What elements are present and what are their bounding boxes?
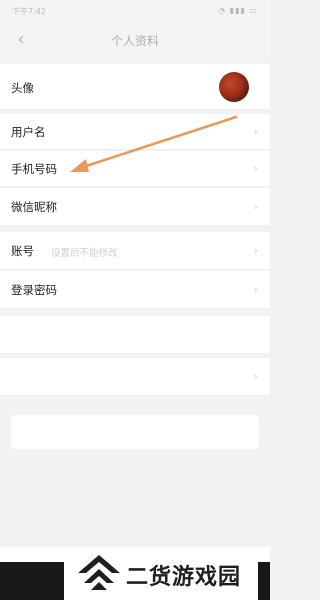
row-wechat[interactable]: 微信昵称 › bbox=[0, 188, 270, 226]
status-time: 下午7:42 bbox=[12, 7, 46, 16]
row-blocked[interactable]: › bbox=[0, 358, 270, 396]
status-bar: 下午7:42 ◔ ▮▮▮ ▭ bbox=[0, 0, 270, 24]
row-account-label: 账号 bbox=[11, 244, 34, 258]
nav-bar: ‹ 个人资料 bbox=[0, 24, 270, 58]
row-phone[interactable]: 手机号码 › bbox=[0, 151, 270, 187]
row-wechat-label: 微信昵称 bbox=[11, 200, 57, 214]
row-username-label: 用户名 bbox=[11, 125, 46, 139]
chevron-right-icon: › bbox=[253, 370, 258, 383]
watermark-bar: 二货游戏园 bbox=[0, 547, 270, 600]
row-last-login bbox=[0, 316, 270, 354]
row-account[interactable]: 账号 设置后不能修改 › bbox=[0, 232, 270, 270]
watermark-logo-icon bbox=[78, 555, 120, 590]
row-account-hint: 设置后不能修改 bbox=[51, 248, 118, 259]
page-title: 个人资料 bbox=[110, 34, 159, 48]
chevron-right-icon: › bbox=[253, 162, 258, 175]
watermark-left-block bbox=[0, 562, 64, 600]
row-username[interactable]: 用户名 › bbox=[0, 114, 270, 150]
avatar[interactable] bbox=[219, 72, 249, 102]
row-password-label: 登录密码 bbox=[11, 283, 57, 297]
chevron-right-icon: › bbox=[253, 283, 258, 296]
row-avatar[interactable]: 头像 bbox=[0, 64, 270, 110]
chevron-right-icon: › bbox=[253, 125, 258, 138]
status-icons: ◔ ▮▮▮ ▭ bbox=[218, 6, 258, 15]
chevron-right-icon: › bbox=[253, 244, 258, 257]
chevron-right-icon: › bbox=[253, 200, 258, 213]
logout-button[interactable] bbox=[11, 415, 259, 449]
row-avatar-label: 头像 bbox=[11, 81, 34, 95]
row-password[interactable]: 登录密码 › bbox=[0, 271, 270, 309]
watermark-right-block bbox=[258, 562, 270, 600]
row-phone-label: 手机号码 bbox=[11, 162, 57, 176]
watermark-text: 二货游戏园 bbox=[126, 565, 242, 590]
